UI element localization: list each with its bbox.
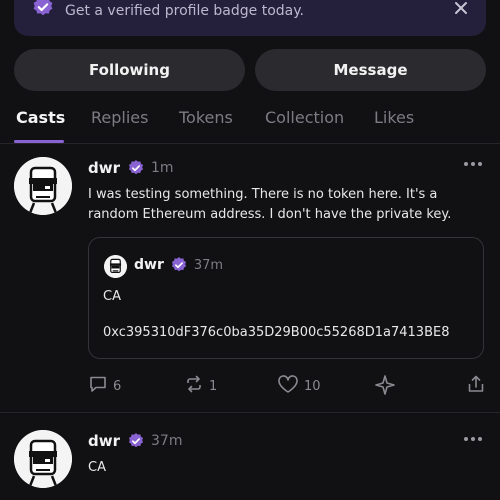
tip-icon xyxy=(374,374,396,400)
tab-likes[interactable]: Likes xyxy=(374,108,414,127)
like-count: 10 xyxy=(304,378,321,394)
quoted-cast-text: CA xyxy=(103,289,121,304)
author-name[interactable]: dwr xyxy=(88,159,120,177)
cast-header: dwr 37m xyxy=(88,432,182,450)
recast-button[interactable]: 1 xyxy=(184,374,217,398)
tab-casts[interactable]: Casts xyxy=(16,108,65,127)
tab-collection[interactable]: Collection xyxy=(265,108,344,127)
profile-tabs: Casts Replies Tokens Collection Likes xyxy=(0,100,500,144)
cast-item[interactable]: dwr 37m CA xyxy=(0,414,500,500)
verification-banner[interactable]: Get a verified profile badge today. xyxy=(14,0,486,36)
quoted-cast-timestamp: 37m xyxy=(193,257,224,273)
reply-button[interactable]: 6 xyxy=(88,374,121,398)
verified-badge-icon xyxy=(170,256,188,274)
verified-badge-icon xyxy=(127,432,145,450)
author-name[interactable]: dwr xyxy=(88,432,120,450)
message-button[interactable]: Message xyxy=(255,49,486,91)
active-tab-indicator xyxy=(14,140,64,143)
avatar xyxy=(104,255,127,278)
quoted-cast-address: 0xc395310dF376c0ba35D29B00c55268D1a7413B… xyxy=(103,325,450,340)
more-icon[interactable] xyxy=(464,159,486,169)
cast-timestamp: 37m xyxy=(151,433,183,449)
share-button[interactable] xyxy=(466,374,486,398)
verified-badge-icon xyxy=(31,0,55,23)
quoted-cast[interactable]: dwr 37m CA 0xc395310dF376c0ba35D29B00c55… xyxy=(88,237,484,359)
more-icon[interactable] xyxy=(464,434,486,444)
cast-text: CA xyxy=(88,460,106,475)
like-button[interactable]: 10 xyxy=(277,374,321,398)
like-icon xyxy=(277,374,299,398)
reply-icon xyxy=(88,374,108,398)
cast-action-bar: 6 1 10 xyxy=(88,374,486,398)
tab-replies[interactable]: Replies xyxy=(91,108,148,127)
recast-count: 1 xyxy=(209,378,218,394)
cast-timestamp: 1m xyxy=(151,160,174,176)
banner-text: Get a verified profile badge today. xyxy=(65,3,304,19)
cast-header: dwr 1m xyxy=(88,159,174,177)
share-icon xyxy=(466,374,486,398)
close-icon[interactable] xyxy=(454,0,468,19)
verified-badge-icon xyxy=(127,159,145,177)
cast-text: I was testing something. There is no tok… xyxy=(88,187,452,222)
cast-item[interactable]: dwr 1m I was testing something. There is… xyxy=(0,145,500,413)
reply-count: 6 xyxy=(113,378,122,394)
quoted-cast-header: dwr 37m xyxy=(134,256,223,274)
following-button[interactable]: Following xyxy=(14,49,245,91)
tip-button[interactable] xyxy=(374,374,396,400)
avatar[interactable] xyxy=(14,157,72,215)
quoted-author-name: dwr xyxy=(134,257,164,273)
recast-icon xyxy=(184,374,204,398)
profile-actions: Following Message xyxy=(14,49,486,91)
avatar[interactable] xyxy=(14,430,72,488)
tab-tokens[interactable]: Tokens xyxy=(179,108,233,127)
